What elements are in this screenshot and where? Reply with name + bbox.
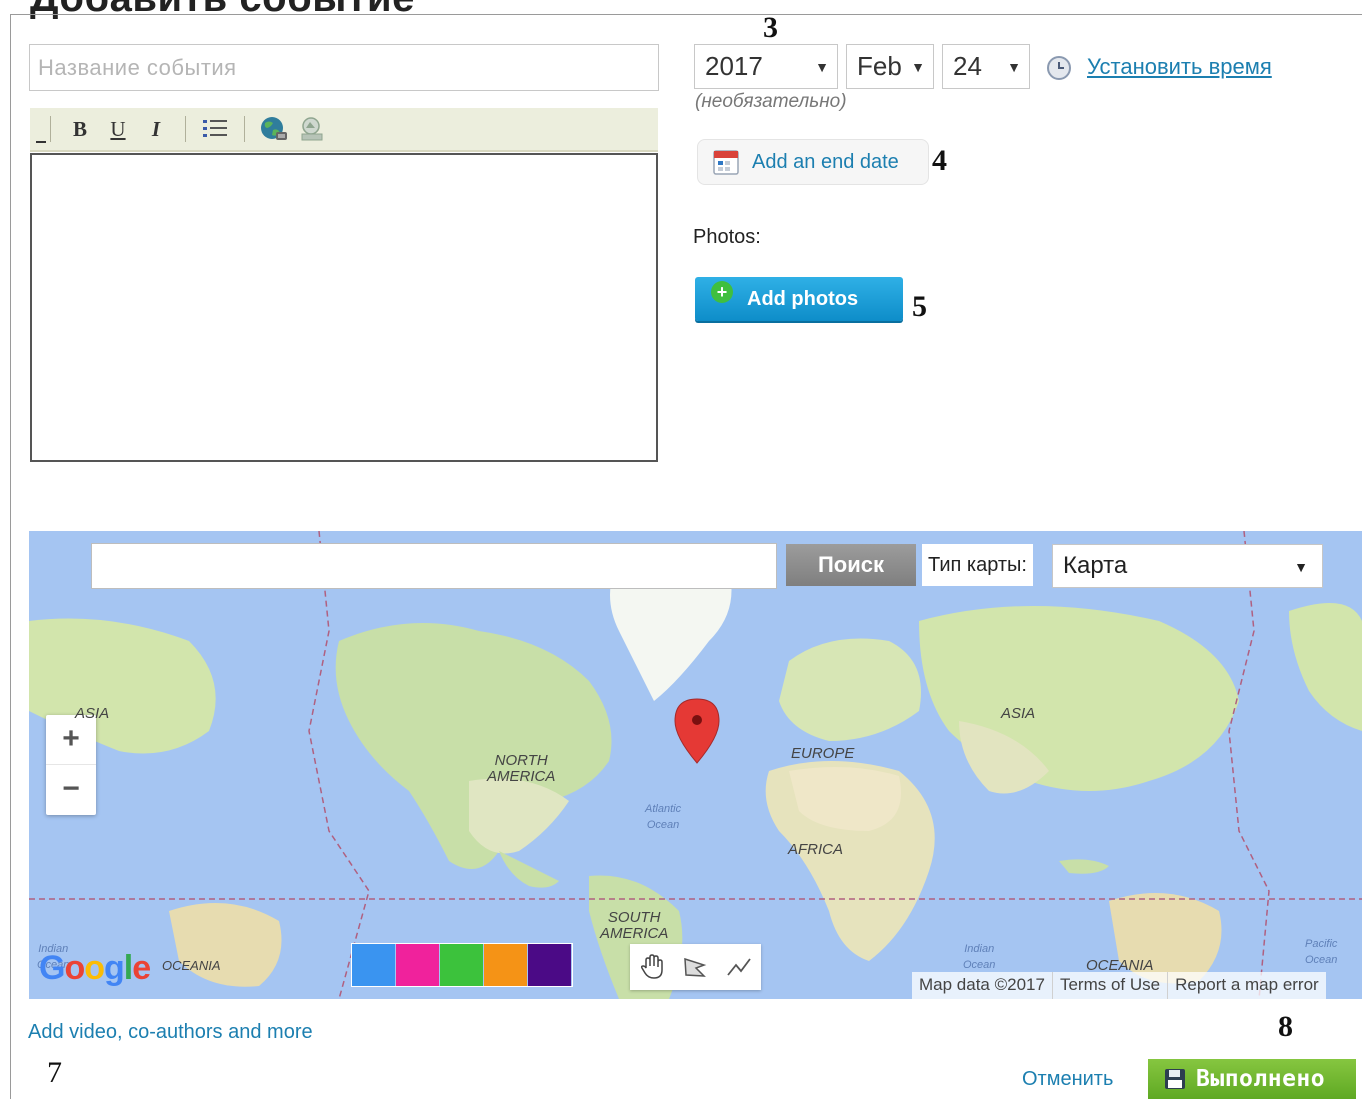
done-button[interactable]: Выполнено	[1148, 1059, 1356, 1099]
floppy-disk-icon	[1165, 1069, 1185, 1089]
year-value: 2017	[705, 51, 763, 81]
drawing-tools	[630, 944, 761, 990]
dropdown-arrow-icon: ▼	[1294, 559, 1308, 575]
italic-button[interactable]: I	[137, 117, 175, 142]
bullet-list-icon[interactable]	[196, 114, 234, 144]
toolbar-separator	[244, 116, 245, 142]
report-map-error-link[interactable]: Report a map error	[1168, 972, 1326, 999]
swatch-orange[interactable]	[484, 944, 527, 986]
add-end-date-label: Add an end date	[752, 150, 899, 173]
description-editor[interactable]	[30, 153, 658, 462]
day-value: 24	[953, 51, 982, 81]
polygon-draw-icon[interactable]	[677, 949, 713, 985]
photos-label: Photos:	[693, 226, 761, 248]
map-label-pacific-right: Pacific Ocean	[1305, 938, 1338, 966]
map-label-indian-right: Indian Ocean	[963, 943, 996, 971]
bold-button[interactable]: B	[61, 117, 99, 142]
insert-image-icon[interactable]	[293, 114, 331, 144]
event-title-input[interactable]	[29, 44, 659, 91]
terms-of-use-link[interactable]: Terms of Use	[1053, 972, 1169, 999]
left-divider	[10, 14, 11, 1099]
swatch-blue[interactable]	[352, 944, 395, 986]
add-photos-label: Add photos	[747, 287, 859, 310]
dropdown-arrow-icon: ▼	[1007, 59, 1021, 75]
map-label-asia-left: ASIA	[75, 705, 110, 722]
world-map-tiles	[29, 531, 1362, 999]
underline-button[interactable]: U	[99, 117, 137, 142]
day-select[interactable]: 24 ▼	[942, 44, 1030, 89]
hand-pan-icon[interactable]	[634, 949, 670, 985]
marker-4: 4	[932, 144, 947, 177]
add-photos-button[interactable]: + Add photos	[695, 277, 903, 321]
toolbar-collapse-handle[interactable]	[30, 107, 50, 151]
color-swatches	[351, 943, 573, 987]
month-select[interactable]: Feb ▼	[846, 44, 934, 89]
optional-hint: (необязательно)	[695, 91, 847, 112]
add-end-date-button[interactable]: Add an end date	[697, 139, 929, 185]
zoom-control: + −	[46, 715, 96, 815]
map-type-value: Карта	[1063, 552, 1128, 579]
map-label-north-america: NORTH AMERICA	[487, 752, 556, 785]
editor-toolbar: B U I	[30, 108, 658, 152]
map-label-africa: AFRICA	[788, 841, 844, 858]
map-label-atlantic: Atlantic Ocean	[645, 803, 682, 831]
marker-7: 7	[47, 1056, 62, 1089]
marker-5: 5	[912, 290, 927, 323]
line-draw-icon[interactable]	[721, 949, 757, 985]
map-type-select[interactable]: Карта ▼	[1052, 544, 1323, 588]
dropdown-arrow-icon: ▼	[815, 59, 829, 75]
page-title: Добавить событие	[30, 0, 415, 21]
zoom-in-button[interactable]: +	[46, 715, 96, 765]
set-time-link[interactable]: Установить время	[1087, 54, 1272, 80]
plus-icon: +	[711, 281, 733, 303]
map-search-button[interactable]: Поиск	[786, 544, 916, 586]
marker-8: 8	[1278, 1010, 1293, 1043]
clock-icon	[1047, 56, 1071, 80]
toolbar-separator	[185, 116, 186, 142]
map-label-europe: EUROPE	[791, 745, 855, 762]
toolbar-separator	[50, 116, 51, 142]
add-more-link[interactable]: Add video, co-authors and more	[28, 1021, 313, 1044]
done-label: Выполнено	[1196, 1066, 1326, 1092]
zoom-out-button[interactable]: −	[46, 765, 96, 815]
insert-link-globe-icon[interactable]	[255, 114, 293, 144]
cancel-link[interactable]: Отменить	[1022, 1068, 1113, 1091]
google-logo: Google	[39, 949, 151, 987]
map-label-asia-right: ASIA	[1001, 705, 1036, 722]
swatch-pink[interactable]	[396, 944, 439, 986]
calendar-icon	[713, 150, 739, 175]
map-type-label: Тип карты:	[922, 544, 1033, 586]
swatch-green[interactable]	[440, 944, 483, 986]
map-label-south-america: SOUTH AMERICA	[600, 909, 669, 942]
top-divider	[10, 14, 1362, 15]
map-data-credit: Map data ©2017	[912, 972, 1053, 999]
marker-3: 3	[763, 11, 778, 44]
dropdown-arrow-icon: ▼	[908, 59, 925, 75]
map-search-input[interactable]	[91, 543, 777, 589]
map-view[interactable]: Поиск Тип карты: Карта ▼ + − ASIA ASIA N…	[29, 531, 1362, 999]
swatch-purple[interactable]	[528, 944, 571, 986]
map-attribution: Map data ©2017 Terms of Use Report a map…	[912, 972, 1326, 999]
map-label-oceania-left: OCEANIA	[162, 958, 221, 973]
year-select[interactable]: 2017 ▼	[694, 44, 838, 89]
month-value: Feb	[857, 51, 902, 81]
